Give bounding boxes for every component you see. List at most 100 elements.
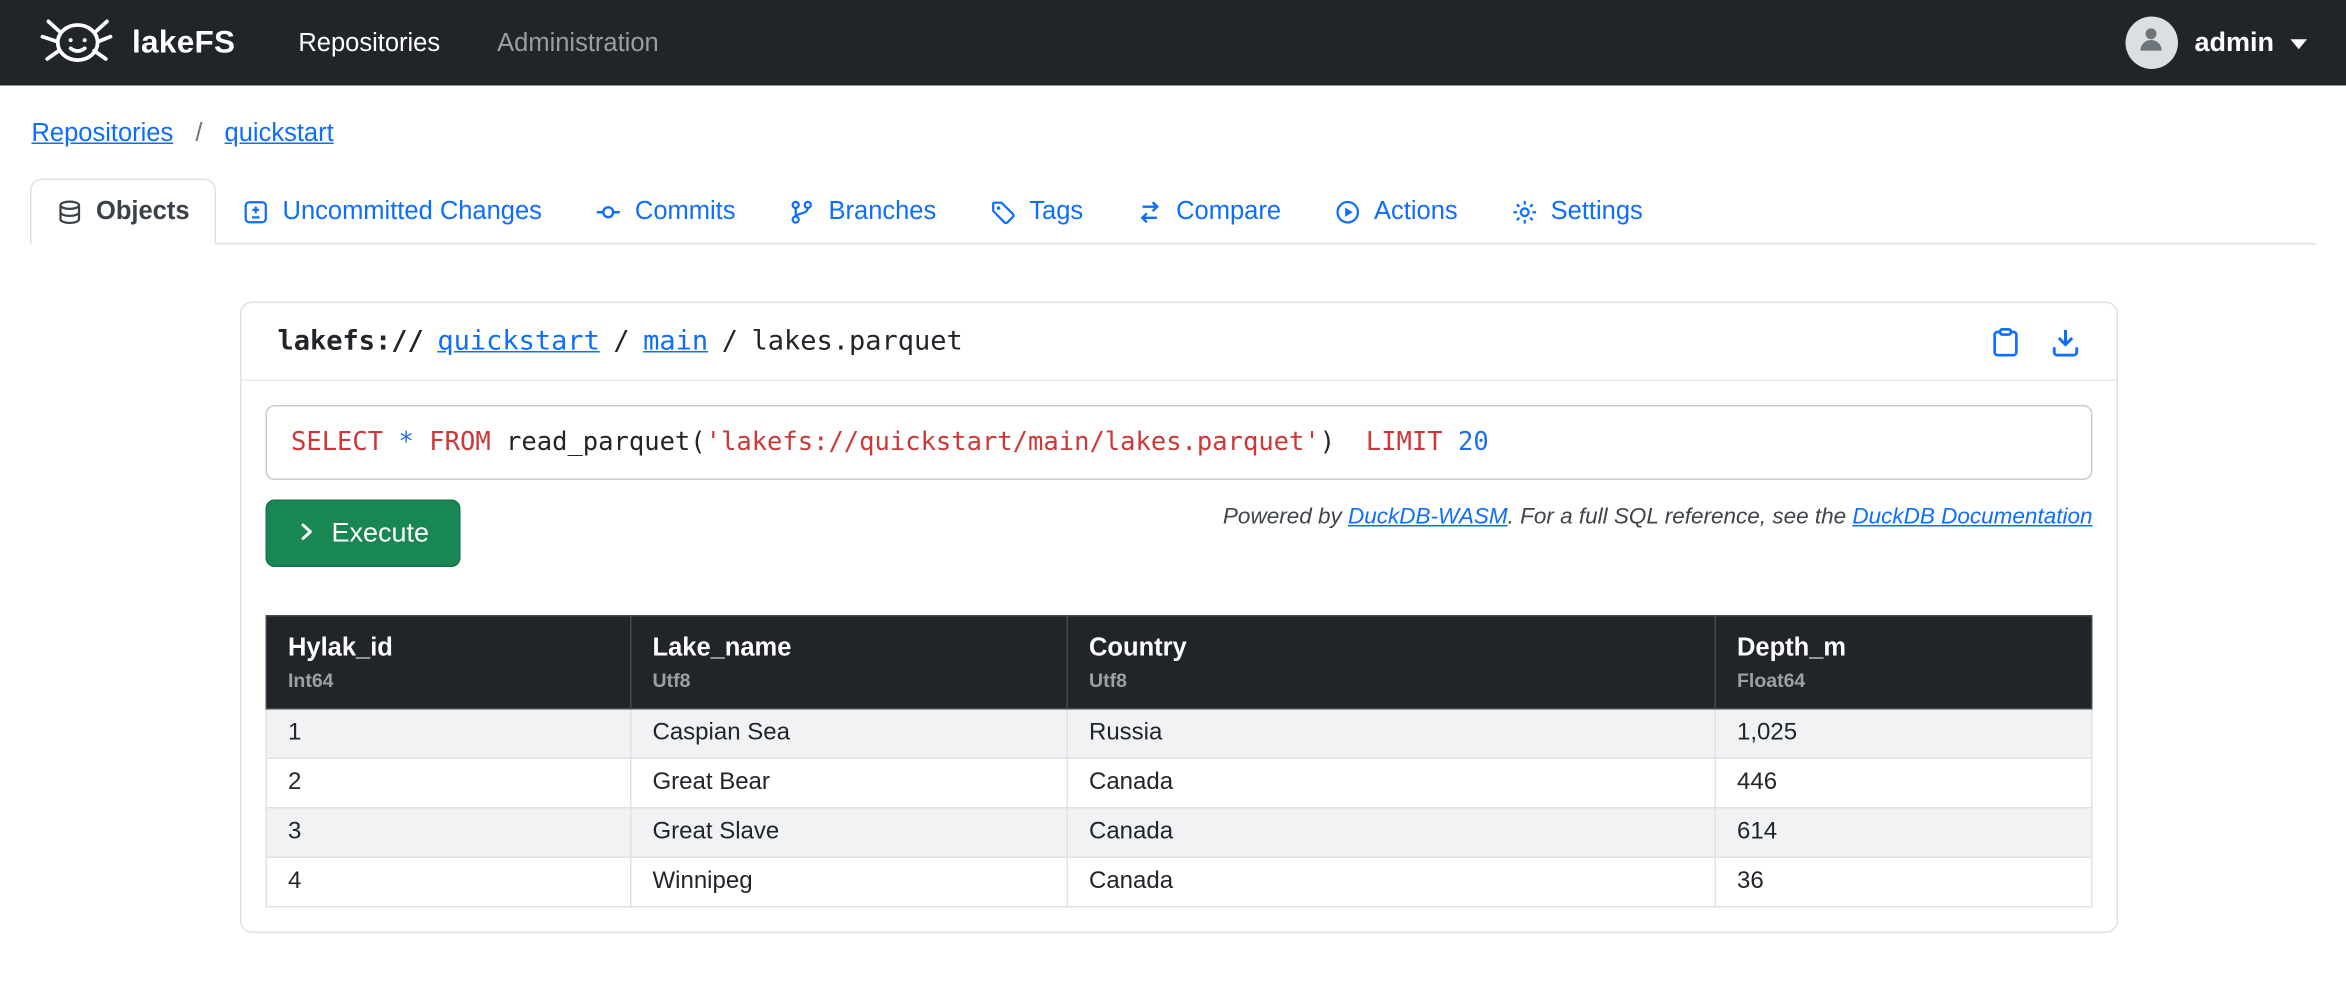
top-navbar: lakeFS Repositories Administration admin xyxy=(0,0,2346,86)
gear-icon xyxy=(1512,199,1538,225)
tab-label: Commits xyxy=(635,197,736,227)
table-cell: 2 xyxy=(266,758,631,808)
path-separator: / xyxy=(722,326,738,358)
table-cell: 1 xyxy=(266,709,631,759)
sql-token: * xyxy=(399,428,414,458)
sql-token xyxy=(1335,428,1366,458)
table-cell: Great Slave xyxy=(631,808,1068,858)
table-cell: 3 xyxy=(266,808,631,858)
path-separator: / xyxy=(613,326,629,358)
column-type: Utf8 xyxy=(653,669,1046,692)
table-cell: Canada xyxy=(1067,808,1715,858)
branch-icon xyxy=(790,199,816,225)
object-viewer-card: lakefs:// quickstart / main / lakes.parq… xyxy=(240,302,2118,934)
path-branch-link[interactable]: main xyxy=(643,326,708,358)
tab-settings[interactable]: Settings xyxy=(1485,179,1670,245)
commit-icon xyxy=(596,199,622,225)
sql-token: FROM xyxy=(429,428,490,458)
column-header-country: Country Utf8 xyxy=(1067,616,1715,709)
table-cell: Great Bear xyxy=(631,758,1068,808)
table-cell: Winnipeg xyxy=(631,857,1068,907)
column-header-lake_name: Lake_name Utf8 xyxy=(631,616,1068,709)
user-name: admin xyxy=(2194,27,2274,59)
results-table: Hylak_id Int64 Lake_name Utf8 Country Utf8 Dep… xyxy=(266,615,2093,908)
query-meta-row: Execute Powered by DuckDB-WASM. For a fu… xyxy=(266,500,2093,568)
table-cell: 36 xyxy=(1715,857,2092,907)
nav-item-repositories[interactable]: Repositories xyxy=(298,28,440,58)
tab-branches[interactable]: Branches xyxy=(763,179,964,245)
table-row: 1Caspian SeaRussia1,025 xyxy=(266,709,2092,759)
column-name: Country xyxy=(1089,633,1694,663)
sql-token: LIMIT xyxy=(1366,428,1443,458)
person-icon xyxy=(2137,24,2167,62)
table-row: 3Great SlaveCanada614 xyxy=(266,808,2092,858)
lakefs-app: lakeFS Repositories Administration admin… xyxy=(0,0,2346,1006)
sql-token xyxy=(414,428,429,458)
table-cell: Caspian Sea xyxy=(631,709,1068,759)
user-avatar xyxy=(2125,17,2178,70)
table-row: 2Great BearCanada446 xyxy=(266,758,2092,808)
column-header-hylak_id: Hylak_id Int64 xyxy=(266,616,631,709)
table-cell: 446 xyxy=(1715,758,2092,808)
tab-label: Uncommitted Changes xyxy=(283,197,542,227)
tab-label: Objects xyxy=(96,197,190,227)
column-type: Float64 xyxy=(1737,669,2070,692)
path-scheme: lakefs:// xyxy=(278,326,424,358)
results-body: 1Caspian SeaRussia1,0252Great BearCanada… xyxy=(266,709,2092,907)
powered-by-note: Powered by DuckDB-WASM. For a full SQL r… xyxy=(1223,504,2093,530)
breadcrumb: Repositories / quickstart xyxy=(0,86,2346,149)
table-cell: Russia xyxy=(1067,709,1715,759)
sql-token xyxy=(383,428,398,458)
download-icon[interactable] xyxy=(2051,326,2081,356)
column-type: Int64 xyxy=(288,669,609,692)
nav-item-administration[interactable]: Administration xyxy=(497,28,659,58)
object-viewer-body: SELECT * FROM read_parquet('lakefs://qui… xyxy=(242,381,2117,932)
path-repo-link[interactable]: quickstart xyxy=(437,326,600,358)
tab-label: Actions xyxy=(1374,197,1458,227)
sql-token: 'lakefs://quickstart/main/lakes.parquet' xyxy=(706,428,1320,458)
tab-commits[interactable]: Commits xyxy=(569,179,763,245)
path-file: lakes.parquet xyxy=(751,326,962,358)
table-cell: Canada xyxy=(1067,758,1715,808)
sql-token: ) xyxy=(1320,428,1335,458)
tab-label: Tags xyxy=(1029,197,1083,227)
sql-token: read_parquet( xyxy=(491,428,706,458)
object-viewer-header: lakefs:// quickstart / main / lakes.parq… xyxy=(242,303,2117,381)
lakefs-brand[interactable]: lakeFS xyxy=(39,11,235,76)
table-row: 4WinnipegCanada36 xyxy=(266,857,2092,907)
column-name: Hylak_id xyxy=(288,633,609,663)
sql-token: 20 xyxy=(1458,428,1489,458)
powered-middle: . For a full SQL reference, see the xyxy=(1508,504,1853,530)
execute-label: Execute xyxy=(332,518,430,550)
table-cell: 614 xyxy=(1715,808,2092,858)
breadcrumb-repositories[interactable]: Repositories xyxy=(32,119,174,148)
breadcrumb-separator: / xyxy=(195,119,202,148)
sql-editor[interactable]: SELECT * FROM read_parquet('lakefs://qui… xyxy=(266,405,2093,480)
results-header-row: Hylak_id Int64 Lake_name Utf8 Country Utf8 Dep… xyxy=(266,616,2092,709)
chevron-right-icon xyxy=(297,518,317,550)
object-actions xyxy=(1991,326,2081,356)
diff-icon xyxy=(244,199,270,225)
table-cell: Canada xyxy=(1067,857,1715,907)
column-header-depth_m: Depth_mFloat64 xyxy=(1715,616,2092,709)
tab-actions[interactable]: Actions xyxy=(1308,179,1485,245)
column-name: Lake_name xyxy=(653,633,1046,663)
duckdb-wasm-link[interactable]: DuckDB-WASM xyxy=(1348,504,1508,530)
user-menu[interactable]: admin xyxy=(2125,17,2307,70)
execute-button[interactable]: Execute xyxy=(266,500,461,568)
tab-label: Compare xyxy=(1176,197,1281,227)
tab-objects[interactable]: Objects xyxy=(30,179,217,245)
tab-label: Settings xyxy=(1551,197,1643,227)
tab-tags[interactable]: Tags xyxy=(963,179,1110,245)
table-cell: 1,025 xyxy=(1715,709,2092,759)
tab-uncommitted-changes[interactable]: Uncommitted Changes xyxy=(217,179,569,245)
copy-icon[interactable] xyxy=(1991,326,2021,356)
caret-down-icon xyxy=(2291,39,2308,50)
tab-compare[interactable]: Compare xyxy=(1110,179,1308,245)
brand-name: lakeFS xyxy=(132,25,235,61)
main-nav: Repositories Administration xyxy=(298,28,715,58)
lakefs-logo-icon xyxy=(39,11,114,76)
duckdb-docs-link[interactable]: DuckDB Documentation xyxy=(1852,504,2092,530)
breadcrumb-quickstart[interactable]: quickstart xyxy=(225,119,334,148)
column-type: Utf8 xyxy=(1089,669,1694,692)
